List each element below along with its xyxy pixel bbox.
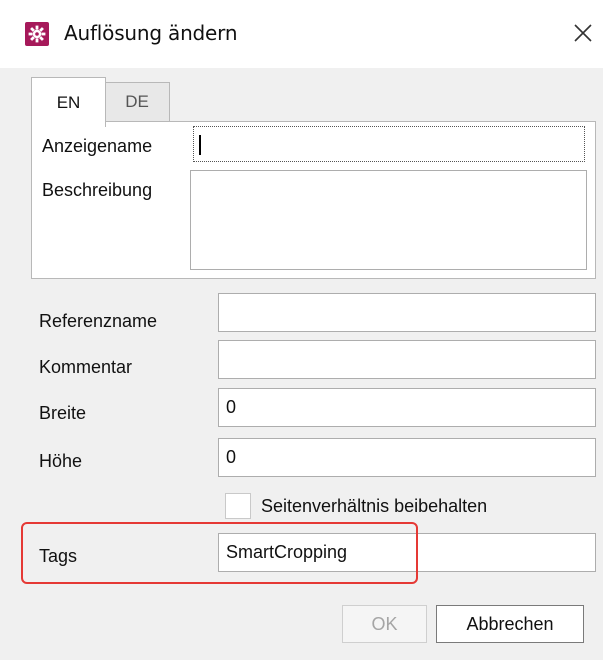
tags-label: Tags: [39, 546, 78, 566]
title-bar: Auflösung ändern: [0, 0, 603, 68]
reference-name-label: Referenzname: [39, 311, 158, 331]
close-icon: [574, 24, 592, 42]
reference-name-input[interactable]: [218, 293, 596, 332]
width-input[interactable]: 0: [218, 388, 596, 427]
width-label: Breite: [39, 403, 87, 423]
description-textarea[interactable]: [190, 170, 587, 270]
tab-en-label: EN: [56, 92, 81, 112]
keep-aspect-label: Seitenverhältnis beibehalten: [261, 496, 488, 516]
height-label: Höhe: [39, 451, 83, 471]
tab-de-label: DE: [125, 92, 149, 111]
keep-aspect-checkbox[interactable]: [225, 493, 251, 519]
height-input[interactable]: 0: [218, 438, 596, 477]
cancel-button[interactable]: Abbrechen: [436, 605, 584, 643]
comment-label: Kommentar: [39, 357, 133, 377]
tags-input[interactable]: SmartCropping: [218, 533, 596, 572]
display-name-label: Anzeigename: [42, 136, 153, 156]
comment-input[interactable]: [218, 340, 596, 379]
tab-de[interactable]: DE: [104, 82, 170, 122]
description-label: Beschreibung: [42, 180, 153, 200]
text-caret: [199, 135, 201, 155]
close-button[interactable]: [565, 15, 601, 51]
gear-icon: [25, 22, 49, 46]
window-title: Auflösung ändern: [64, 21, 238, 45]
ok-button[interactable]: OK: [342, 605, 427, 643]
tab-en[interactable]: EN: [31, 77, 106, 127]
display-name-input[interactable]: [193, 126, 585, 162]
